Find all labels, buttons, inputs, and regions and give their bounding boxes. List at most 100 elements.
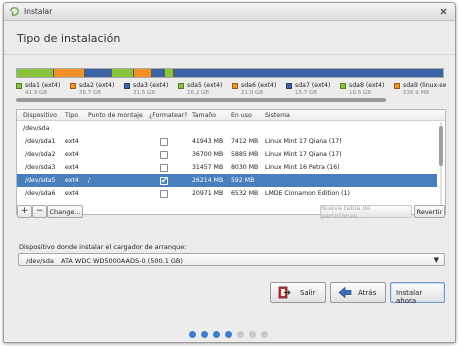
cell-device: /dev/sda6 bbox=[25, 190, 56, 197]
cell-size: 26214 MB bbox=[192, 177, 224, 184]
bootloader-device-select[interactable]: /dev/sda ATA WDC WD5000AADS-0 (500.1 GB)… bbox=[18, 253, 445, 266]
legend-size: 15.7 GB bbox=[295, 90, 318, 96]
legend-swatch bbox=[124, 83, 130, 89]
column-header-system[interactable]: Sistema bbox=[265, 112, 290, 119]
cell-type: ext4 bbox=[65, 151, 79, 158]
cell-used: 7412 MB bbox=[231, 138, 259, 145]
partition-bar-segment bbox=[17, 69, 53, 77]
installer-window: Instalar Tipo de instalación sda1 (ext4)… bbox=[3, 2, 456, 343]
legend-scrollbar-thumb[interactable] bbox=[16, 98, 386, 102]
revert-button-label: Revertir bbox=[416, 207, 443, 216]
new-partition-table-label: Nueva tabla de particiones... bbox=[321, 203, 371, 220]
legend-swatch bbox=[232, 83, 238, 89]
format-checkbox[interactable] bbox=[160, 190, 168, 198]
legend-name: sda6 (ext4) bbox=[241, 82, 277, 89]
revert-button[interactable]: Revertir bbox=[414, 205, 445, 218]
install-now-button-label: Instalar ahora bbox=[396, 289, 423, 305]
table-row[interactable]: /dev/sda3 ext4 31457 MB 8030 MB Linux Mint 1… bbox=[17, 161, 437, 174]
column-header-mount[interactable]: Punto de montaje bbox=[88, 112, 143, 119]
bootloader-device-description: ATA WDC WD5000AADS-0 (500.1 GB) bbox=[61, 257, 183, 265]
back-button[interactable]: Atrás bbox=[330, 282, 386, 303]
install-now-button[interactable]: Instalar ahora bbox=[390, 282, 445, 305]
format-checkbox[interactable] bbox=[160, 164, 168, 172]
cell-size: 41943 MB bbox=[192, 138, 224, 145]
cell-type: ext4 bbox=[65, 177, 79, 184]
partition-bar bbox=[16, 68, 444, 78]
partition-bar-segment bbox=[52, 69, 84, 77]
column-header-format[interactable]: ¿Formatear? bbox=[149, 112, 188, 119]
add-partition-button[interactable]: + bbox=[17, 205, 32, 218]
cell-device: /dev/sda2 bbox=[25, 151, 56, 158]
progress-dots bbox=[189, 331, 269, 339]
partition-bar-segment bbox=[150, 69, 165, 77]
cell-used: 5885 MB bbox=[231, 151, 259, 158]
format-checkbox[interactable] bbox=[160, 151, 168, 159]
legend-swatch bbox=[70, 83, 76, 89]
cell-used: 8030 MB bbox=[231, 164, 259, 171]
progress-dot bbox=[249, 331, 256, 338]
partition-table: Dispositivo Tipo Punto de montaje ¿Forma… bbox=[16, 109, 446, 215]
format-checkbox[interactable] bbox=[160, 176, 168, 185]
change-partition-button[interactable]: Change... bbox=[47, 205, 83, 218]
cell-size: 31457 MB bbox=[192, 164, 224, 171]
remove-partition-button[interactable]: − bbox=[32, 205, 47, 218]
progress-dot bbox=[189, 331, 196, 338]
partition-bar-segment bbox=[83, 69, 111, 77]
table-row[interactable]: /dev/sda5 ext4 / 26214 MB 592 MB bbox=[17, 174, 437, 187]
table-header: Dispositivo Tipo Punto de montaje ¿Forma… bbox=[17, 110, 445, 121]
cell-size: 20971 MB bbox=[192, 190, 224, 197]
progress-dot bbox=[213, 331, 220, 338]
table-row[interactable]: /dev/sda1 ext4 41943 MB 7412 MB Linux Mint 1… bbox=[17, 135, 437, 148]
legend-size: 10.5 GB bbox=[349, 90, 372, 96]
progress-dot bbox=[261, 331, 268, 338]
cell-system: Linux Mint 17 Qiana (17) bbox=[265, 138, 342, 145]
table-scrollbar-thumb[interactable] bbox=[439, 126, 443, 166]
progress-dot bbox=[201, 331, 208, 338]
legend-scrollbar[interactable] bbox=[16, 98, 446, 102]
legend-name: sda3 (ext4) bbox=[133, 82, 169, 89]
column-header-type[interactable]: Tipo bbox=[65, 112, 78, 119]
bootloader-label: Dispositivo donde instalar el cargador d… bbox=[19, 243, 187, 251]
column-header-used[interactable]: En uso bbox=[231, 112, 252, 119]
table-group-row[interactable]: /dev/sda bbox=[17, 122, 437, 135]
change-button-label: Change... bbox=[49, 207, 81, 216]
quit-button-label: Salir bbox=[300, 289, 316, 297]
progress-dot bbox=[237, 331, 244, 338]
quit-button[interactable]: Salir bbox=[270, 282, 326, 303]
legend-size: 31.5 GB bbox=[133, 90, 156, 96]
close-icon[interactable] bbox=[438, 6, 449, 17]
legend-swatch bbox=[286, 83, 292, 89]
window-title: Instalar bbox=[24, 7, 53, 16]
mint-logo-icon bbox=[10, 7, 19, 16]
legend-swatch bbox=[178, 83, 184, 89]
cell-used: 592 MB bbox=[231, 177, 255, 184]
partition-bar-segment bbox=[164, 69, 174, 77]
table-row[interactable]: /dev/sda2 ext4 36700 MB 5885 MB Linux Mint 1… bbox=[17, 148, 437, 161]
legend-name: sda1 (ext4) bbox=[25, 82, 61, 89]
title-bar[interactable]: Instalar bbox=[4, 3, 455, 21]
column-header-device[interactable]: Dispositivo bbox=[23, 112, 57, 119]
format-checkbox[interactable] bbox=[160, 138, 168, 146]
cell-system: Linux Mint 16 Petra (16) bbox=[265, 164, 340, 171]
cell-type: ext4 bbox=[65, 190, 79, 197]
column-header-size[interactable]: Tamaño bbox=[192, 112, 216, 119]
cell-device: /dev/sda1 bbox=[25, 138, 56, 145]
dropdown-arrow-icon: ▼ bbox=[433, 256, 439, 264]
cell-type: ext4 bbox=[65, 138, 79, 145]
minus-icon: − bbox=[35, 206, 44, 216]
progress-dot bbox=[225, 331, 232, 338]
legend-name: sda8 (ext4) bbox=[349, 82, 385, 89]
back-arrow-icon bbox=[338, 286, 352, 299]
exit-icon bbox=[278, 286, 291, 299]
table-scrollbar[interactable] bbox=[438, 122, 444, 214]
legend-swatch bbox=[340, 83, 346, 89]
new-partition-table-button[interactable]: Nueva tabla de particiones... bbox=[320, 203, 412, 220]
plus-icon: + bbox=[20, 206, 29, 216]
legend-name: sda7 (ext4) bbox=[295, 82, 331, 89]
partition-bar-segment bbox=[110, 69, 134, 77]
group-device: /dev/sda bbox=[23, 125, 50, 132]
page-title: Tipo de instalación bbox=[17, 32, 121, 45]
cell-type: ext4 bbox=[65, 164, 79, 171]
partition-bar-segment bbox=[133, 69, 151, 77]
table-row[interactable]: /dev/sda6 ext4 20971 MB 6532 MB LMDE Cinnamo… bbox=[17, 187, 437, 200]
